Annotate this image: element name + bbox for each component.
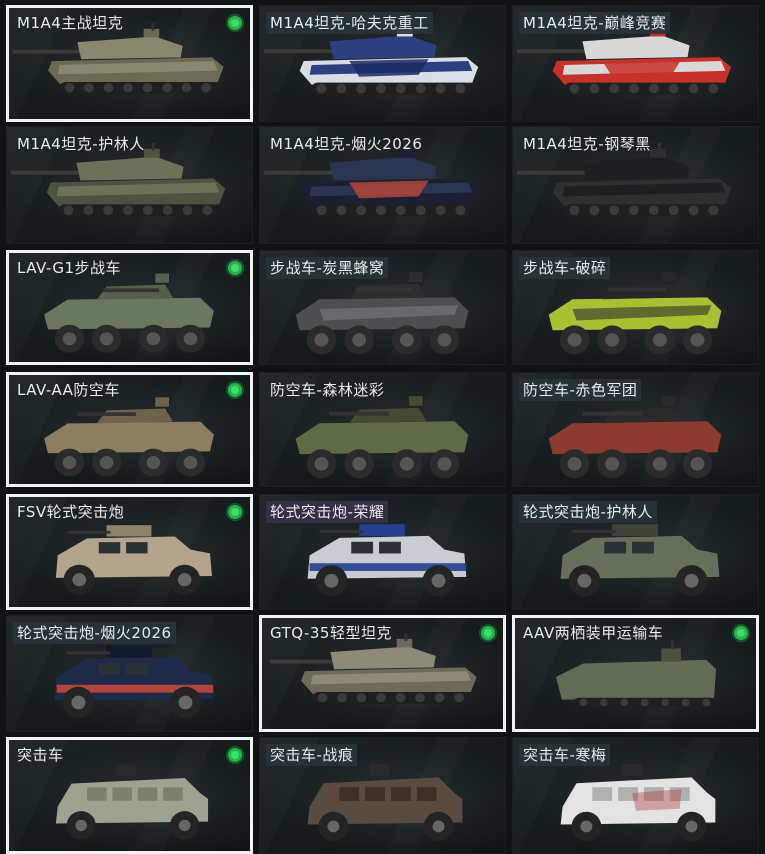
- vehicle-name: GTQ-35轻型坦克: [270, 624, 392, 642]
- vehicle-card[interactable]: 步战车-炭黑蜂窝: [259, 250, 506, 365]
- vehicle-card[interactable]: 突击车-寒梅: [512, 737, 759, 854]
- vehicle-card[interactable]: 轮式突击炮-烟火2026: [6, 615, 253, 732]
- vehicle-card[interactable]: 防空车-森林迷彩: [259, 372, 506, 487]
- vehicle-name: FSV轮式突击炮: [17, 503, 125, 521]
- vehicle-skin-grid: M1A4主战坦克 M1A4坦克-哈夫克重工 M1A4坦克-巅峰竞赛 M1A4坦克-护林…: [0, 0, 765, 854]
- vehicle-card[interactable]: AAV两栖装甲运输车: [512, 615, 759, 732]
- vehicle-card[interactable]: M1A4主战坦克: [6, 5, 253, 122]
- vehicle-name: M1A4主战坦克: [17, 14, 124, 32]
- owned-check-icon: [226, 746, 244, 764]
- vehicle-card[interactable]: 轮式突击炮-护林人: [512, 494, 759, 610]
- vehicle-name: 轮式突击炮-烟火2026: [13, 622, 176, 644]
- vehicle-card[interactable]: LAV-AA防空车: [6, 372, 253, 487]
- vehicle-name: M1A4坦克-护林人: [17, 135, 145, 153]
- vehicle-name: 防空车-赤色军团: [519, 379, 642, 401]
- vehicle-name: 突击车-战痕: [266, 744, 358, 766]
- vehicle-card[interactable]: M1A4坦克-哈夫克重工: [259, 5, 506, 122]
- vehicle-card[interactable]: M1A4坦克-巅峰竞赛: [512, 5, 759, 122]
- owned-check-icon: [226, 503, 244, 521]
- vehicle-name: LAV-AA防空车: [17, 381, 120, 399]
- vehicle-card[interactable]: M1A4坦克-护林人: [6, 126, 253, 244]
- vehicle-card[interactable]: M1A4坦克-钢琴黑: [512, 126, 759, 244]
- vehicle-card[interactable]: LAV-G1步战车: [6, 250, 253, 365]
- owned-check-icon: [732, 624, 750, 642]
- owned-check-icon: [226, 14, 244, 32]
- vehicle-name: 突击车: [17, 746, 64, 764]
- vehicle-card[interactable]: FSV轮式突击炮: [6, 494, 253, 610]
- vehicle-name: 步战车-破碎: [519, 257, 611, 279]
- vehicle-name: 防空车-森林迷彩: [270, 381, 385, 399]
- vehicle-card[interactable]: 突击车-战痕: [259, 737, 506, 854]
- owned-check-icon: [479, 624, 497, 642]
- vehicle-card[interactable]: 防空车-赤色军团: [512, 372, 759, 487]
- vehicle-name: M1A4坦克-钢琴黑: [523, 135, 651, 153]
- owned-check-icon: [226, 259, 244, 277]
- vehicle-card[interactable]: GTQ-35轻型坦克: [259, 615, 506, 732]
- vehicle-name: 步战车-炭黑蜂窝: [266, 257, 389, 279]
- vehicle-name: LAV-G1步战车: [17, 259, 122, 277]
- vehicle-name: 突击车-寒梅: [519, 744, 611, 766]
- owned-check-icon: [226, 381, 244, 399]
- vehicle-name: M1A4坦克-哈夫克重工: [266, 12, 433, 34]
- vehicle-name: 轮式突击炮-护林人: [519, 501, 657, 523]
- vehicle-name: AAV两栖装甲运输车: [523, 624, 664, 642]
- vehicle-name: M1A4坦克-巅峰竞赛: [519, 12, 671, 34]
- vehicle-card[interactable]: M1A4坦克-烟火2026: [259, 126, 506, 244]
- vehicle-card[interactable]: 步战车-破碎: [512, 250, 759, 365]
- vehicle-card[interactable]: 突击车: [6, 737, 253, 854]
- vehicle-name: 轮式突击炮-荣耀: [266, 501, 389, 523]
- vehicle-card[interactable]: 轮式突击炮-荣耀: [259, 494, 506, 610]
- vehicle-name: M1A4坦克-烟火2026: [270, 135, 423, 153]
